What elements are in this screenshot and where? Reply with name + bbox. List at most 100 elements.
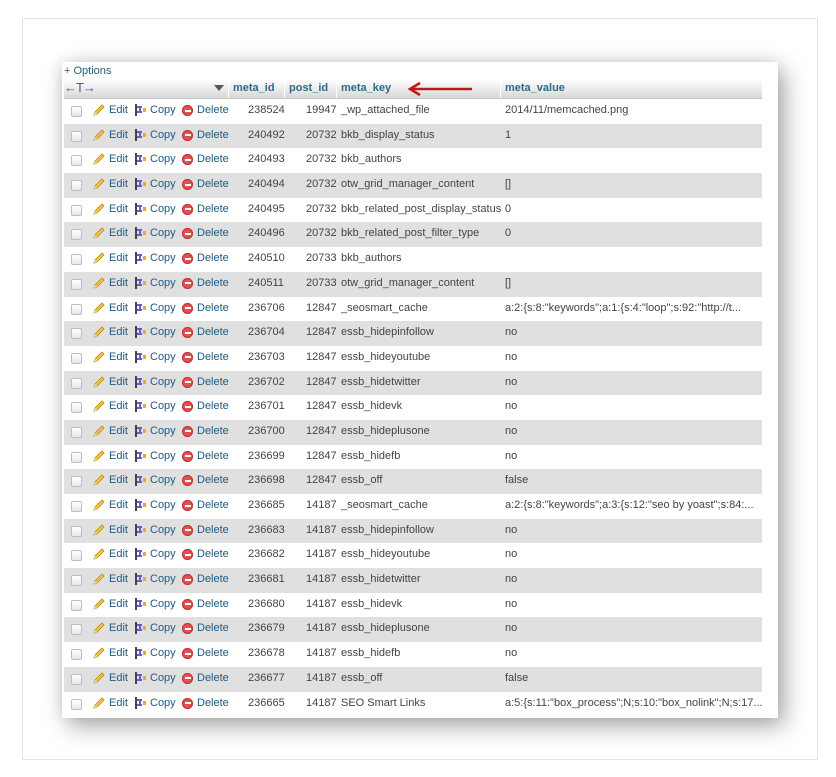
row-checkbox[interactable]	[71, 476, 82, 488]
edit-link[interactable]: Edit	[109, 667, 128, 689]
delete-link[interactable]: Delete	[197, 519, 229, 541]
copy-link[interactable]: Copy	[150, 395, 176, 417]
pencil-icon[interactable]	[92, 498, 106, 512]
pencil-icon[interactable]	[92, 449, 106, 463]
copy-link[interactable]: Copy	[150, 297, 176, 319]
copy-link[interactable]: Copy	[150, 617, 176, 639]
delete-icon[interactable]	[182, 302, 193, 314]
edit-link[interactable]: Edit	[109, 543, 128, 565]
copy-insert-icon[interactable]	[134, 621, 147, 635]
edit-link[interactable]: Edit	[109, 99, 128, 121]
copy-link[interactable]: Copy	[150, 371, 176, 393]
copy-link[interactable]: Copy	[150, 124, 176, 146]
edit-link[interactable]: Edit	[109, 297, 128, 319]
delete-link[interactable]: Delete	[197, 568, 229, 590]
row-checkbox[interactable]	[71, 649, 82, 661]
copy-insert-icon[interactable]	[134, 646, 147, 660]
delete-icon[interactable]	[182, 524, 193, 536]
copy-insert-icon[interactable]	[134, 597, 147, 611]
row-checkbox[interactable]	[71, 328, 82, 340]
column-header-meta-id[interactable]: meta_id	[228, 79, 284, 98]
row-checkbox[interactable]	[71, 180, 82, 192]
row-checkbox[interactable]	[71, 451, 82, 463]
copy-insert-icon[interactable]	[134, 671, 147, 685]
copy-link[interactable]: Copy	[150, 222, 176, 244]
copy-insert-icon[interactable]	[134, 523, 147, 537]
delete-icon[interactable]	[182, 574, 193, 586]
copy-link[interactable]: Copy	[150, 445, 176, 467]
delete-link[interactable]: Delete	[197, 173, 229, 195]
delete-icon[interactable]	[182, 129, 193, 141]
copy-insert-icon[interactable]	[134, 325, 147, 339]
delete-link[interactable]: Delete	[197, 642, 229, 664]
copy-link[interactable]: Copy	[150, 148, 176, 170]
edit-link[interactable]: Edit	[109, 642, 128, 664]
row-checkbox[interactable]	[71, 377, 82, 389]
copy-link[interactable]: Copy	[150, 568, 176, 590]
pencil-icon[interactable]	[92, 301, 106, 315]
caret-down-icon[interactable]	[214, 85, 224, 91]
edit-link[interactable]: Edit	[109, 371, 128, 393]
delete-link[interactable]: Delete	[197, 148, 229, 170]
copy-insert-icon[interactable]	[134, 399, 147, 413]
edit-link[interactable]: Edit	[109, 445, 128, 467]
pencil-icon[interactable]	[92, 399, 106, 413]
edit-link[interactable]: Edit	[109, 148, 128, 170]
copy-insert-icon[interactable]	[134, 152, 147, 166]
delete-icon[interactable]	[182, 623, 193, 635]
pencil-icon[interactable]	[92, 621, 106, 635]
edit-link[interactable]: Edit	[109, 420, 128, 442]
copy-insert-icon[interactable]	[134, 350, 147, 364]
row-checkbox[interactable]	[71, 402, 82, 414]
delete-icon[interactable]	[182, 351, 193, 363]
copy-link[interactable]: Copy	[150, 99, 176, 121]
delete-link[interactable]: Delete	[197, 692, 229, 714]
copy-insert-icon[interactable]	[134, 202, 147, 216]
copy-insert-icon[interactable]	[134, 696, 147, 710]
delete-icon[interactable]	[182, 598, 193, 610]
edit-link[interactable]: Edit	[109, 519, 128, 541]
column-header-meta-value[interactable]: meta_value	[500, 79, 762, 98]
copy-link[interactable]: Copy	[150, 667, 176, 689]
delete-icon[interactable]	[182, 648, 193, 660]
copy-insert-icon[interactable]	[134, 276, 147, 290]
copy-link[interactable]: Copy	[150, 173, 176, 195]
delete-icon[interactable]	[182, 450, 193, 462]
pencil-icon[interactable]	[92, 276, 106, 290]
copy-insert-icon[interactable]	[134, 424, 147, 438]
copy-insert-icon[interactable]	[134, 251, 147, 265]
copy-insert-icon[interactable]	[134, 128, 147, 142]
edit-link[interactable]: Edit	[109, 272, 128, 294]
copy-link[interactable]: Copy	[150, 321, 176, 343]
row-checkbox[interactable]	[71, 550, 82, 562]
delete-link[interactable]: Delete	[197, 198, 229, 220]
copy-insert-icon[interactable]	[134, 375, 147, 389]
copy-link[interactable]: Copy	[150, 247, 176, 269]
pencil-icon[interactable]	[92, 473, 106, 487]
delete-icon[interactable]	[182, 253, 193, 265]
pencil-icon[interactable]	[92, 523, 106, 537]
delete-link[interactable]: Delete	[197, 247, 229, 269]
edit-link[interactable]: Edit	[109, 173, 128, 195]
delete-icon[interactable]	[182, 697, 193, 709]
row-checkbox[interactable]	[71, 599, 82, 611]
edit-link[interactable]: Edit	[109, 247, 128, 269]
pencil-icon[interactable]	[92, 226, 106, 240]
pencil-icon[interactable]	[92, 202, 106, 216]
copy-insert-icon[interactable]	[134, 498, 147, 512]
delete-icon[interactable]	[182, 500, 193, 511]
delete-link[interactable]: Delete	[197, 469, 229, 491]
copy-link[interactable]: Copy	[150, 543, 176, 565]
row-checkbox[interactable]	[71, 155, 82, 167]
pencil-icon[interactable]	[92, 128, 106, 142]
delete-link[interactable]: Delete	[197, 420, 229, 442]
copy-link[interactable]: Copy	[150, 346, 176, 368]
delete-link[interactable]: Delete	[197, 445, 229, 467]
delete-icon[interactable]	[182, 228, 193, 240]
pencil-icon[interactable]	[92, 251, 106, 265]
delete-link[interactable]: Delete	[197, 593, 229, 615]
delete-link[interactable]: Delete	[197, 297, 229, 319]
delete-link[interactable]: Delete	[197, 543, 229, 565]
pencil-icon[interactable]	[92, 572, 106, 586]
copy-insert-icon[interactable]	[134, 177, 147, 191]
